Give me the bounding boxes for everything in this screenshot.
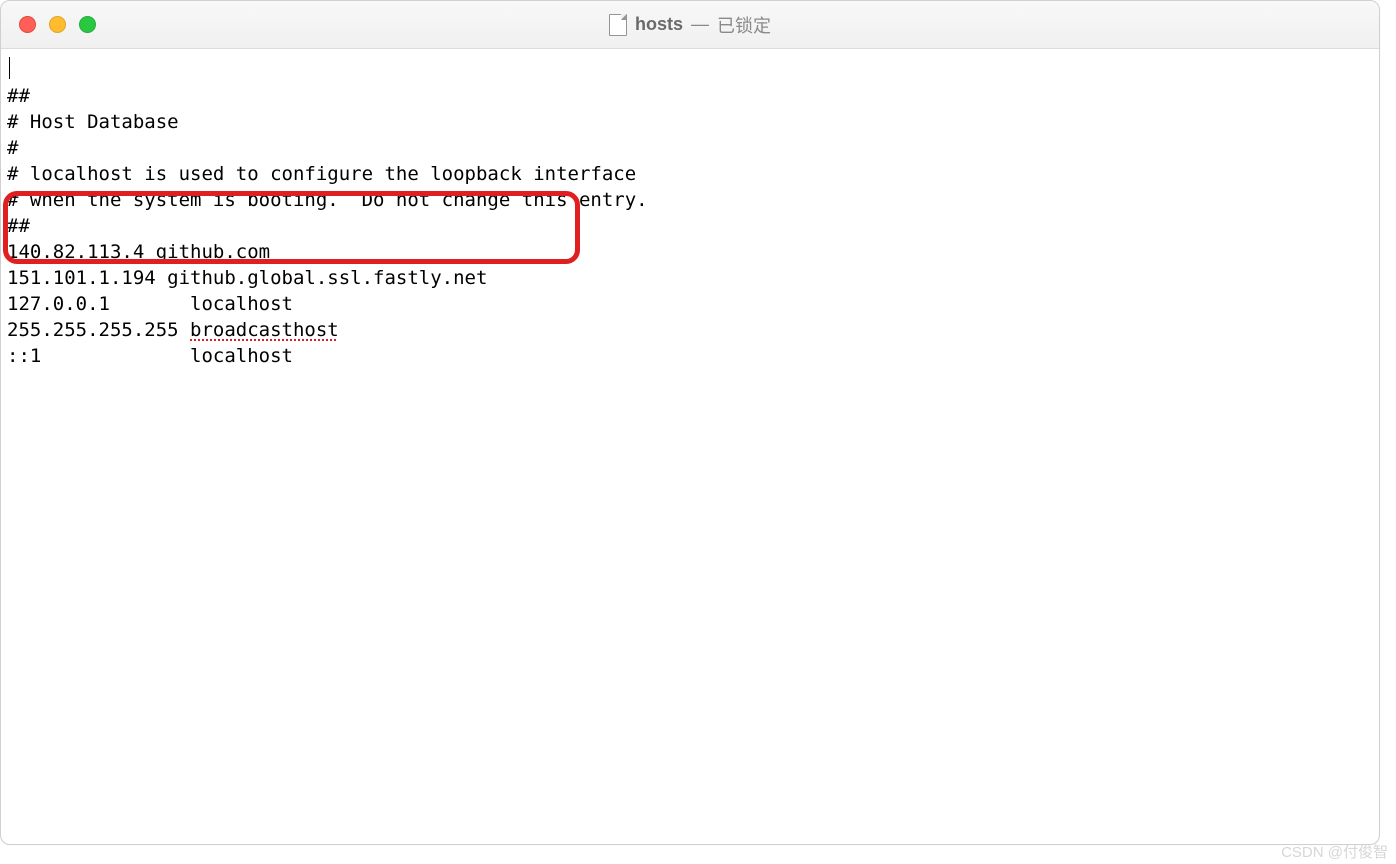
text-editor-window: hosts — 已锁定 ## # Host Database # # local… — [0, 0, 1380, 845]
file-line: # — [7, 137, 18, 159]
text-content[interactable]: ## # Host Database # # localhost is used… — [1, 49, 1379, 429]
file-line-prefix: 127.0.0.1 — [7, 293, 190, 315]
close-button[interactable] — [19, 16, 36, 33]
file-line: ## — [7, 85, 30, 107]
file-line-suffix: localhost — [190, 293, 293, 315]
text-cursor-icon — [9, 57, 10, 79]
window-status: 已锁定 — [717, 12, 771, 38]
title-center: hosts — 已锁定 — [609, 12, 771, 38]
watermark-text: CSDN @付俊智 — [1281, 841, 1388, 862]
spellcheck-underline: broadcasthost — [190, 319, 339, 341]
file-line: ## — [7, 215, 30, 237]
file-line: 151.101.1.194 github.global.ssl.fastly.n… — [7, 267, 487, 289]
file-line: # when the system is booting. Do not cha… — [7, 189, 648, 211]
title-separator: — — [691, 14, 709, 35]
file-icon — [609, 14, 627, 36]
file-line: # localhost is used to configure the loo… — [7, 163, 636, 185]
window-title: hosts — [635, 14, 683, 35]
titlebar[interactable]: hosts — 已锁定 — [1, 1, 1379, 49]
minimize-button[interactable] — [49, 16, 66, 33]
file-line: 140.82.113.4 github.com — [7, 241, 270, 263]
file-line: # Host Database — [7, 111, 179, 133]
file-line-prefix: 255.255.255.255 — [7, 319, 190, 341]
file-line: ::1 localhost — [7, 345, 293, 367]
window-controls — [1, 16, 96, 33]
maximize-button[interactable] — [79, 16, 96, 33]
